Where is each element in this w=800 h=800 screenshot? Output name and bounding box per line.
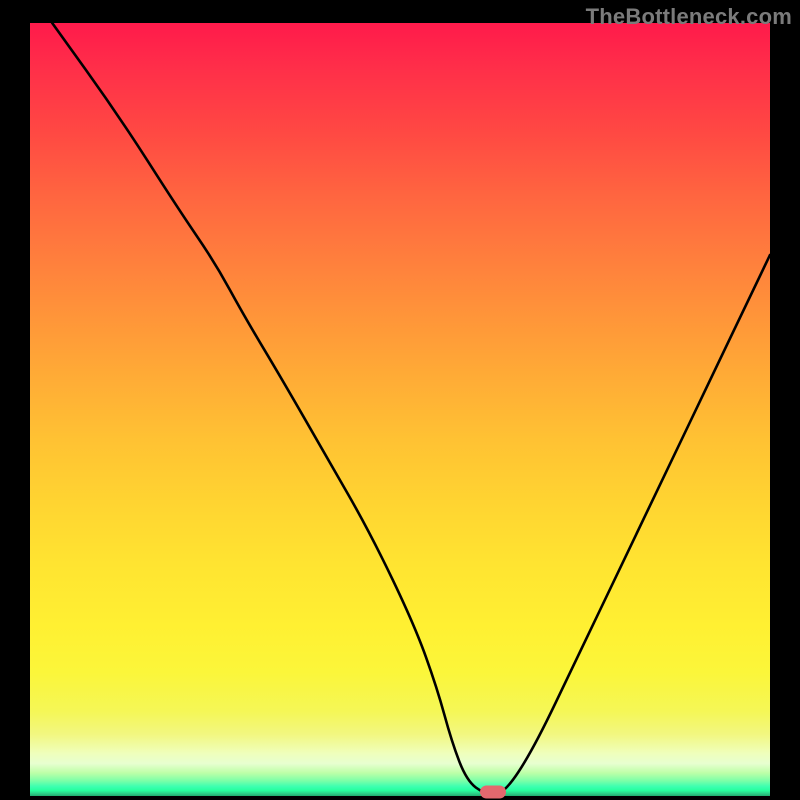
attribution-label: TheBottleneck.com	[586, 4, 792, 30]
chart-container: TheBottleneck.com	[0, 0, 800, 800]
plot-area	[30, 23, 770, 796]
optimal-marker	[480, 786, 506, 799]
curve-layer	[30, 23, 770, 796]
bottleneck-curve	[52, 23, 770, 795]
